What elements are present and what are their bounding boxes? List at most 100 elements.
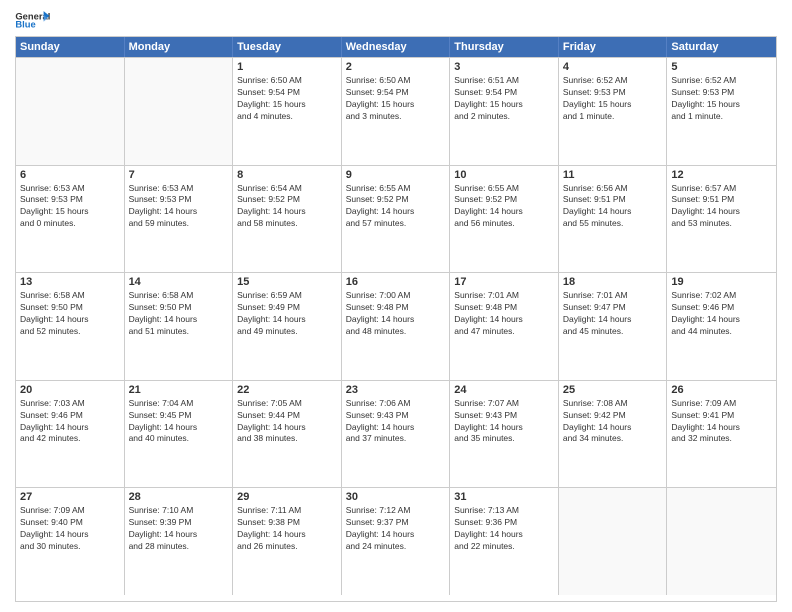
cal-cell: 20 Sunrise: 7:03 AM Sunset: 9:46 PM Dayli… (16, 381, 125, 488)
day-number: 16 (346, 276, 446, 288)
header: General Blue (15, 10, 777, 30)
cal-cell: 23 Sunrise: 7:06 AM Sunset: 9:43 PM Dayli… (342, 381, 451, 488)
cal-cell: 19 Sunrise: 7:02 AM Sunset: 9:46 PM Dayli… (667, 273, 776, 380)
day-info: Sunrise: 7:00 AM Sunset: 9:48 PM Dayligh… (346, 290, 446, 338)
cal-cell: 24Sunrise: 7:07 AM Sunset: 9:43 PM Dayli… (450, 381, 559, 488)
weekday-header-sunday: Sunday (16, 37, 125, 57)
day-info: Sunrise: 6:58 AM Sunset: 9:50 PM Dayligh… (20, 290, 120, 338)
weekday-header-saturday: Saturday (667, 37, 776, 57)
weekday-header-tuesday: Tuesday (233, 37, 342, 57)
day-number: 26 (671, 384, 772, 396)
day-number: 29 (237, 491, 337, 503)
day-number: 5 (671, 61, 772, 73)
cal-cell: 9 Sunrise: 6:55 AM Sunset: 9:52 PM Daylig… (342, 166, 451, 273)
day-number: 15 (237, 276, 337, 288)
calendar-body: 1Sunrise: 6:50 AM Sunset: 9:54 PM Daylig… (16, 57, 776, 595)
day-number: 7 (129, 169, 229, 181)
day-number: 14 (129, 276, 229, 288)
cal-cell (559, 488, 668, 595)
cal-cell: 27 Sunrise: 7:09 AM Sunset: 9:40 PM Dayli… (16, 488, 125, 595)
day-number: 25 (563, 384, 663, 396)
weekday-header-monday: Monday (125, 37, 234, 57)
cal-cell: 17 Sunrise: 7:01 AM Sunset: 9:48 PM Dayli… (450, 273, 559, 380)
day-number: 28 (129, 491, 229, 503)
day-info: Sunrise: 6:53 AM Sunset: 9:53 PM Dayligh… (20, 183, 120, 231)
cal-cell: 16 Sunrise: 7:00 AM Sunset: 9:48 PM Dayli… (342, 273, 451, 380)
cal-cell: 1Sunrise: 6:50 AM Sunset: 9:54 PM Daylig… (233, 58, 342, 165)
calendar-page: General Blue SundayMondayTuesdayWednesda… (0, 0, 792, 612)
day-info: Sunrise: 6:59 AM Sunset: 9:49 PM Dayligh… (237, 290, 337, 338)
weekday-header-thursday: Thursday (450, 37, 559, 57)
cal-cell: 26 Sunrise: 7:09 AM Sunset: 9:41 PM Dayli… (667, 381, 776, 488)
day-info: Sunrise: 7:12 AM Sunset: 9:37 PM Dayligh… (346, 505, 446, 553)
cal-cell: 3 Sunrise: 6:51 AM Sunset: 9:54 PM Daylig… (450, 58, 559, 165)
day-number: 17 (454, 276, 554, 288)
day-info: Sunrise: 7:11 AM Sunset: 9:38 PM Dayligh… (237, 505, 337, 553)
cal-cell: 4Sunrise: 6:52 AM Sunset: 9:53 PM Daylig… (559, 58, 668, 165)
day-number: 3 (454, 61, 554, 73)
day-number: 20 (20, 384, 120, 396)
day-info: Sunrise: 6:54 AM Sunset: 9:52 PM Dayligh… (237, 183, 337, 231)
day-number: 24 (454, 384, 554, 396)
week-row-3: 20 Sunrise: 7:03 AM Sunset: 9:46 PM Dayli… (16, 380, 776, 488)
day-number: 6 (20, 169, 120, 181)
day-info: Sunrise: 7:08 AM Sunset: 9:42 PM Dayligh… (563, 398, 663, 446)
weekday-header-friday: Friday (559, 37, 668, 57)
day-number: 9 (346, 169, 446, 181)
cal-cell: 8 Sunrise: 6:54 AM Sunset: 9:52 PM Daylig… (233, 166, 342, 273)
cal-cell: 15 Sunrise: 6:59 AM Sunset: 9:49 PM Dayli… (233, 273, 342, 380)
day-info: Sunrise: 7:05 AM Sunset: 9:44 PM Dayligh… (237, 398, 337, 446)
cal-cell: 18Sunrise: 7:01 AM Sunset: 9:47 PM Dayli… (559, 273, 668, 380)
day-number: 31 (454, 491, 554, 503)
cal-cell: 31 Sunrise: 7:13 AM Sunset: 9:36 PM Dayli… (450, 488, 559, 595)
calendar-header: SundayMondayTuesdayWednesdayThursdayFrid… (16, 37, 776, 57)
day-info: Sunrise: 7:09 AM Sunset: 9:41 PM Dayligh… (671, 398, 772, 446)
cal-cell: 7Sunrise: 6:53 AM Sunset: 9:53 PM Daylig… (125, 166, 234, 273)
day-info: Sunrise: 7:13 AM Sunset: 9:36 PM Dayligh… (454, 505, 554, 553)
calendar: SundayMondayTuesdayWednesdayThursdayFrid… (15, 36, 777, 602)
day-info: Sunrise: 7:01 AM Sunset: 9:48 PM Dayligh… (454, 290, 554, 338)
week-row-4: 27 Sunrise: 7:09 AM Sunset: 9:40 PM Dayli… (16, 487, 776, 595)
day-number: 23 (346, 384, 446, 396)
cal-cell: 10 Sunrise: 6:55 AM Sunset: 9:52 PM Dayli… (450, 166, 559, 273)
cal-cell: 25 Sunrise: 7:08 AM Sunset: 9:42 PM Dayli… (559, 381, 668, 488)
cal-cell: 13 Sunrise: 6:58 AM Sunset: 9:50 PM Dayli… (16, 273, 125, 380)
day-info: Sunrise: 7:02 AM Sunset: 9:46 PM Dayligh… (671, 290, 772, 338)
day-info: Sunrise: 6:55 AM Sunset: 9:52 PM Dayligh… (346, 183, 446, 231)
day-number: 19 (671, 276, 772, 288)
day-number: 12 (671, 169, 772, 181)
day-info: Sunrise: 6:51 AM Sunset: 9:54 PM Dayligh… (454, 75, 554, 123)
day-info: Sunrise: 7:04 AM Sunset: 9:45 PM Dayligh… (129, 398, 229, 446)
cal-cell: 21Sunrise: 7:04 AM Sunset: 9:45 PM Dayli… (125, 381, 234, 488)
cal-cell: 29 Sunrise: 7:11 AM Sunset: 9:38 PM Dayli… (233, 488, 342, 595)
day-number: 13 (20, 276, 120, 288)
day-info: Sunrise: 6:55 AM Sunset: 9:52 PM Dayligh… (454, 183, 554, 231)
weekday-header-wednesday: Wednesday (342, 37, 451, 57)
day-number: 22 (237, 384, 337, 396)
cal-cell: 5Sunrise: 6:52 AM Sunset: 9:53 PM Daylig… (667, 58, 776, 165)
day-number: 27 (20, 491, 120, 503)
day-number: 4 (563, 61, 663, 73)
svg-text:Blue: Blue (15, 19, 35, 30)
cal-cell: 30Sunrise: 7:12 AM Sunset: 9:37 PM Dayli… (342, 488, 451, 595)
day-info: Sunrise: 6:58 AM Sunset: 9:50 PM Dayligh… (129, 290, 229, 338)
day-info: Sunrise: 7:09 AM Sunset: 9:40 PM Dayligh… (20, 505, 120, 553)
cal-cell: 22 Sunrise: 7:05 AM Sunset: 9:44 PM Dayli… (233, 381, 342, 488)
day-info: Sunrise: 7:06 AM Sunset: 9:43 PM Dayligh… (346, 398, 446, 446)
cal-cell (125, 58, 234, 165)
day-number: 2 (346, 61, 446, 73)
cal-cell: 14 Sunrise: 6:58 AM Sunset: 9:50 PM Dayli… (125, 273, 234, 380)
day-info: Sunrise: 7:10 AM Sunset: 9:39 PM Dayligh… (129, 505, 229, 553)
day-info: Sunrise: 6:57 AM Sunset: 9:51 PM Dayligh… (671, 183, 772, 231)
day-info: Sunrise: 6:50 AM Sunset: 9:54 PM Dayligh… (346, 75, 446, 123)
day-number: 8 (237, 169, 337, 181)
day-number: 18 (563, 276, 663, 288)
cal-cell: 12 Sunrise: 6:57 AM Sunset: 9:51 PM Dayli… (667, 166, 776, 273)
day-info: Sunrise: 7:03 AM Sunset: 9:46 PM Dayligh… (20, 398, 120, 446)
logo: General Blue (15, 10, 51, 30)
week-row-2: 13 Sunrise: 6:58 AM Sunset: 9:50 PM Dayli… (16, 272, 776, 380)
day-number: 10 (454, 169, 554, 181)
cal-cell (16, 58, 125, 165)
cal-cell (667, 488, 776, 595)
cal-cell: 6 Sunrise: 6:53 AM Sunset: 9:53 PM Daylig… (16, 166, 125, 273)
